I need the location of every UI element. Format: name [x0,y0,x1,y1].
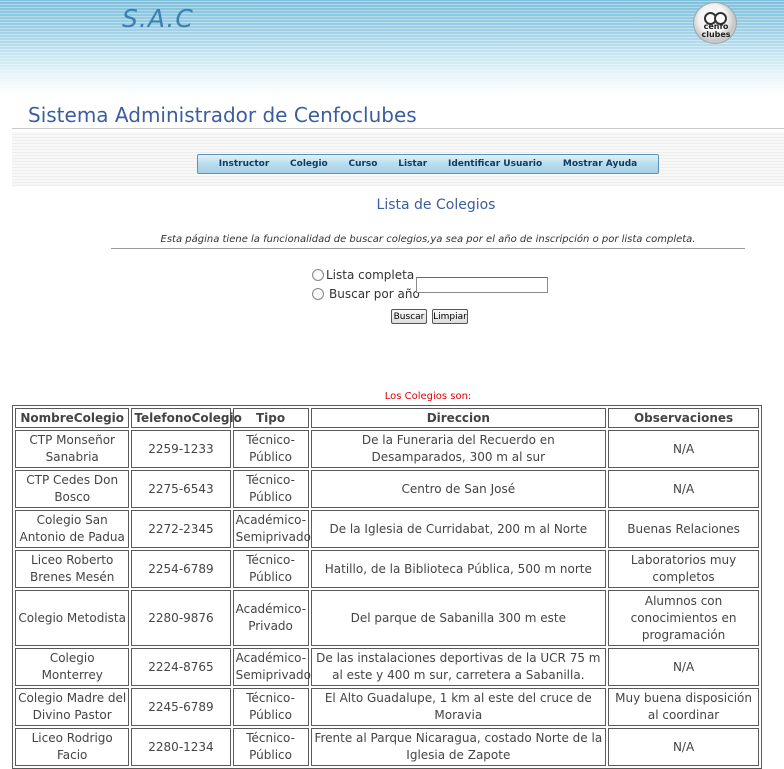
option-by-year: Buscar por año [312,287,420,301]
cell-telefono: 2254-6789 [131,550,231,588]
cell-direccion: De la Funeraria del Recuerdo en Desampar… [310,430,607,468]
cell-telefono: 2245-6789 [131,688,231,726]
cell-telefono: 2224-8765 [131,648,231,686]
table-row: Colegio Monterrey 2224-8765 Académico-Se… [15,648,759,686]
column-header-direccion: Direccion [310,408,607,428]
menu-item-listar[interactable]: Listar [398,159,427,169]
table-row: Liceo Roberto Brenes Mesén 2254-6789 Téc… [15,550,759,588]
cell-observaciones: N/A [608,470,759,508]
cell-nombre: Colegio Metodista [15,590,130,646]
cell-tipo: Académico-Semiprivado [232,510,311,548]
column-header-tipo: Tipo [232,408,309,428]
cell-observaciones: N/A [608,648,759,686]
app-brand: S.A.C [122,4,194,33]
table-row: Colegio Metodista 2280-9876 Académico-Pr… [15,590,759,646]
table-row: CTP Cedes Don Bosco 2275-6543 Técnico-Pú… [15,470,759,508]
clear-button[interactable]: Limpiar [432,309,468,324]
column-header-nombre: NombreColegio [15,408,130,428]
cell-nombre: CTP Cedes Don Bosco [15,470,130,508]
cell-nombre: CTP Monseñor Sanabria [15,430,130,468]
menu-item-instructor[interactable]: Instructor [219,159,270,169]
by-year-label: Buscar por año [329,287,420,301]
cell-direccion: Frente al Parque Nicaragua, costado Nort… [310,728,607,766]
cell-nombre: Liceo Roberto Brenes Mesén [15,550,130,588]
logo-text: cenfo clubes [701,22,731,39]
cell-direccion: Hatillo, de la Biblioteca Pública, 500 m… [310,550,607,588]
description-divider [111,248,745,249]
page-heading: Lista de Colegios [376,197,496,213]
cell-observaciones: Buenas Relaciones [608,510,759,548]
cell-tipo: Técnico-Público [232,688,309,726]
cell-nombre: Liceo Rodrigo Facio [15,728,130,766]
cell-telefono: 2259-1233 [131,430,231,468]
system-title: Sistema Administrador de Cenfoclubes [28,103,417,127]
menu-item-mostrar-ayuda[interactable]: Mostrar Ayuda [563,159,637,169]
table-row: Colegio Madre del Divino Pastor 2245-678… [15,688,759,726]
cell-tipo: Técnico-Público [232,470,309,508]
cell-observaciones: Alumnos con conocimientos en programació… [608,590,759,646]
cell-direccion: Del parque de Sabanilla 300 m este [310,590,607,646]
cell-observaciones: N/A [608,430,759,468]
title-divider [12,128,784,129]
search-button[interactable]: Buscar [391,309,427,324]
column-header-telefono: TelefonoColegio [131,408,242,428]
full-list-label: Lista completa [326,268,415,282]
results-label: Los Colegios son: [384,391,472,402]
menu-item-colegio[interactable]: Colegio [290,159,328,169]
menu-item-identificar-usuario[interactable]: Identificar Usuario [448,159,542,169]
main-menu: Instructor Colegio Curso Listar Identifi… [197,154,659,174]
cell-tipo: Técnico-Público [232,728,309,766]
cell-tipo: Académico-Semiprivado [232,648,311,686]
cell-tipo: Técnico-Público [232,430,309,468]
cell-tipo: Técnico-Público [232,550,309,588]
menu-item-curso[interactable]: Curso [348,159,377,169]
column-header-observaciones: Observaciones [608,408,759,428]
cell-observaciones: N/A [608,728,759,766]
cell-telefono: 2280-9876 [131,590,231,646]
by-year-radio[interactable] [312,288,324,300]
year-input[interactable] [416,277,548,293]
table-header-row: NombreColegio TelefonoColegio Tipo Direc… [15,408,759,428]
cell-direccion: Centro de San José [310,470,607,508]
cell-direccion: De las instalaciones deportivas de la UC… [310,648,607,686]
cell-nombre: Colegio Monterrey [15,648,130,686]
cell-tipo: Académico-Privado [232,590,309,646]
header-banner [0,0,784,98]
cell-nombre: Colegio San Antonio de Padua [15,510,130,548]
cenfoclubes-logo: cenfo clubes [693,2,737,44]
cell-telefono: 2275-6543 [131,470,231,508]
page-description: Esta página tiene la funcionalidad de bu… [160,234,696,245]
table-row: CTP Monseñor Sanabria 2259-1233 Técnico-… [15,430,759,468]
table-row: Liceo Rodrigo Facio 2280-1234 Técnico-Pú… [15,728,759,766]
cell-direccion: El Alto Guadalupe, 1 km al este del cruc… [310,688,607,726]
cell-telefono: 2272-2345 [131,510,231,548]
table-row: Colegio San Antonio de Padua 2272-2345 A… [15,510,759,548]
option-full-list: Lista completa [312,268,414,282]
cell-direccion: De la Iglesia de Curridabat, 200 m al No… [310,510,607,548]
cell-observaciones: Laboratorios muy completos [608,550,759,588]
full-list-radio[interactable] [312,269,324,281]
cell-observaciones: Muy buena disposición al coordinar [608,688,759,726]
cell-nombre: Colegio Madre del Divino Pastor [15,688,130,726]
cell-telefono: 2280-1234 [131,728,231,766]
schools-table: NombreColegio TelefonoColegio Tipo Direc… [12,405,762,769]
